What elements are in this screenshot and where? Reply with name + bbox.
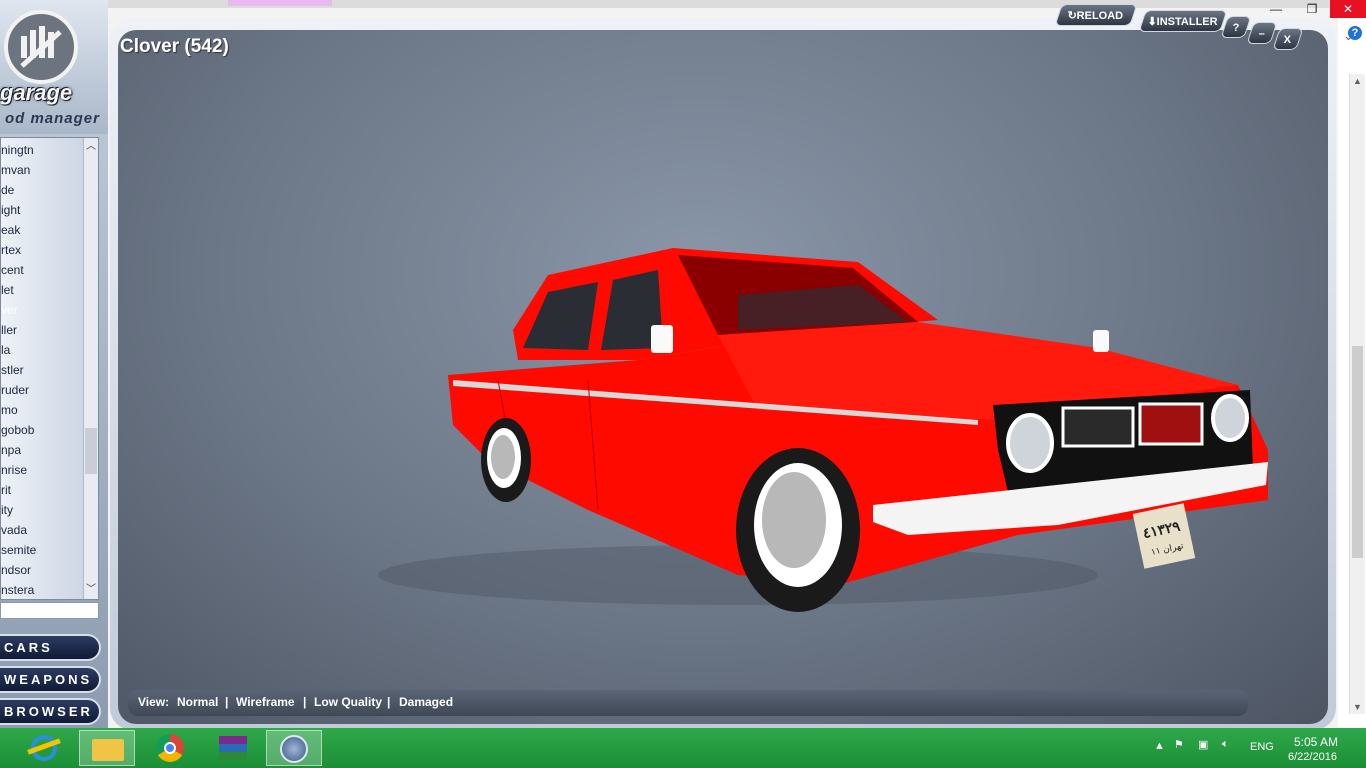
logo-subtitle: od manager xyxy=(4,110,100,127)
scroll-up-arrow-icon[interactable]: ︿ xyxy=(84,140,98,154)
scroll-up-arrow-icon[interactable]: ▲ xyxy=(1352,76,1363,86)
help-button[interactable]: ? xyxy=(1220,16,1252,38)
page-title: Clover (542) xyxy=(120,36,229,57)
scrollbar-thumb[interactable] xyxy=(1352,346,1363,558)
clock-time[interactable]: 5:05 AM xyxy=(1294,735,1338,749)
system-tray: ▲ ⚑ ▣ 🔈︎ ENG 5:05 AM 6/22/2016 xyxy=(1150,728,1366,768)
installer-button[interactable]: ⬇ INSTALLER xyxy=(1138,10,1228,32)
close-label: X xyxy=(1284,34,1292,46)
reload-button[interactable]: ↻ RELOAD xyxy=(1054,4,1138,26)
car-list-item[interactable]: mvan xyxy=(1,160,85,180)
view-lowquality-link[interactable]: Low Quality xyxy=(314,695,382,709)
car-list-item[interactable]: ller xyxy=(1,320,85,340)
view-bar: View: Normal | Wireframe | Low Quality |… xyxy=(128,690,1248,716)
car-list-item[interactable]: ver xyxy=(1,300,85,320)
page-scrollbar[interactable]: ▲ ▼ xyxy=(1349,74,1365,714)
winrar-icon[interactable] xyxy=(205,730,261,766)
car-list-item[interactable]: vada xyxy=(1,520,85,540)
car-list-item[interactable]: ningtn xyxy=(1,140,85,160)
network-icon[interactable]: ▣ xyxy=(1198,738,1208,751)
car-list-item[interactable]: ight xyxy=(1,200,85,220)
car-list-item[interactable]: cent xyxy=(1,260,85,280)
car-list-item[interactable]: eak xyxy=(1,220,85,240)
weapons-button[interactable]: WEAPONS xyxy=(0,666,101,693)
car-list-scrollbar[interactable]: ︿ ﹀ xyxy=(83,138,98,599)
chevron-up-icon[interactable]: ▲ xyxy=(1154,740,1165,752)
car-list-item[interactable]: nrise xyxy=(1,460,85,480)
search-input[interactable] xyxy=(0,602,99,619)
car-list-item[interactable]: nstera xyxy=(1,580,85,599)
help-label: ? xyxy=(1232,22,1240,34)
car-list-item[interactable]: semite xyxy=(1,540,85,560)
car-list-item[interactable]: rtex xyxy=(1,240,85,260)
gear-icon xyxy=(4,10,78,84)
download-icon: ⬇ xyxy=(1147,16,1157,28)
car-list-item[interactable]: ndsor xyxy=(1,560,85,580)
car-model-render: ٤١٣٢٩ تهران ١١ xyxy=(378,248,1268,612)
scroll-down-arrow-icon[interactable]: ﹀ xyxy=(84,583,98,597)
model-viewport[interactable]: ٤١٣٢٩ تهران ١١ xyxy=(118,30,1328,724)
car-list-item[interactable]: mo xyxy=(1,400,85,420)
file-explorer-icon[interactable] xyxy=(79,730,135,766)
background-tab xyxy=(228,0,332,6)
car-list-item[interactable]: gobob xyxy=(1,420,85,440)
minimize-label: – xyxy=(1258,28,1265,40)
view-label: View: xyxy=(138,695,170,709)
logo-title: garage xyxy=(0,80,73,105)
car-list-item[interactable]: rit xyxy=(1,480,85,500)
app-toolbar: ↻ RELOAD ⬇ INSTALLER ? – X xyxy=(1050,2,1340,50)
modgarage-icon[interactable] xyxy=(266,730,322,766)
clock-date[interactable]: 6/22/2016 xyxy=(1288,751,1337,763)
minimize-app-button[interactable]: – xyxy=(1246,22,1278,44)
reload-icon: ↻ xyxy=(1067,10,1078,22)
separator: | xyxy=(225,695,229,709)
ie-icon[interactable] xyxy=(16,730,72,766)
car-list-item[interactable]: stler xyxy=(1,360,85,380)
scroll-down-arrow-icon[interactable]: ▼ xyxy=(1352,702,1363,712)
browser-button[interactable]: BROWSER xyxy=(0,698,101,725)
volume-icon[interactable]: 🔈︎ xyxy=(1222,738,1229,751)
separator: | xyxy=(303,695,307,709)
help-icon[interactable]: ? xyxy=(1348,26,1362,40)
reload-label: RELOAD xyxy=(1077,10,1124,22)
view-damaged-link[interactable]: Damaged xyxy=(399,695,453,709)
car-list-scroll-thumb[interactable] xyxy=(85,428,97,474)
car-list-item[interactable]: let xyxy=(1,280,85,300)
view-wireframe-link[interactable]: Wireframe xyxy=(236,695,295,709)
car-list[interactable]: ningtn mvan de ight eak rtex cent let ver ller la s… xyxy=(0,137,99,600)
installer-label: INSTALLER xyxy=(1156,16,1218,28)
view-normal-link[interactable]: Normal xyxy=(177,695,218,709)
car-list-item[interactable]: ruder xyxy=(1,380,85,400)
separator: | xyxy=(387,695,391,709)
chrome-icon[interactable] xyxy=(142,730,198,766)
car-list-item[interactable]: ity xyxy=(1,500,85,520)
cars-button[interactable]: CARS xyxy=(0,634,101,661)
car-list-item[interactable]: npa xyxy=(1,440,85,460)
car-list-item[interactable]: de xyxy=(1,180,85,200)
flag-icon[interactable]: ⚑ xyxy=(1174,738,1184,751)
language-indicator[interactable]: ENG xyxy=(1250,741,1274,753)
car-list-item[interactable]: la xyxy=(1,340,85,360)
